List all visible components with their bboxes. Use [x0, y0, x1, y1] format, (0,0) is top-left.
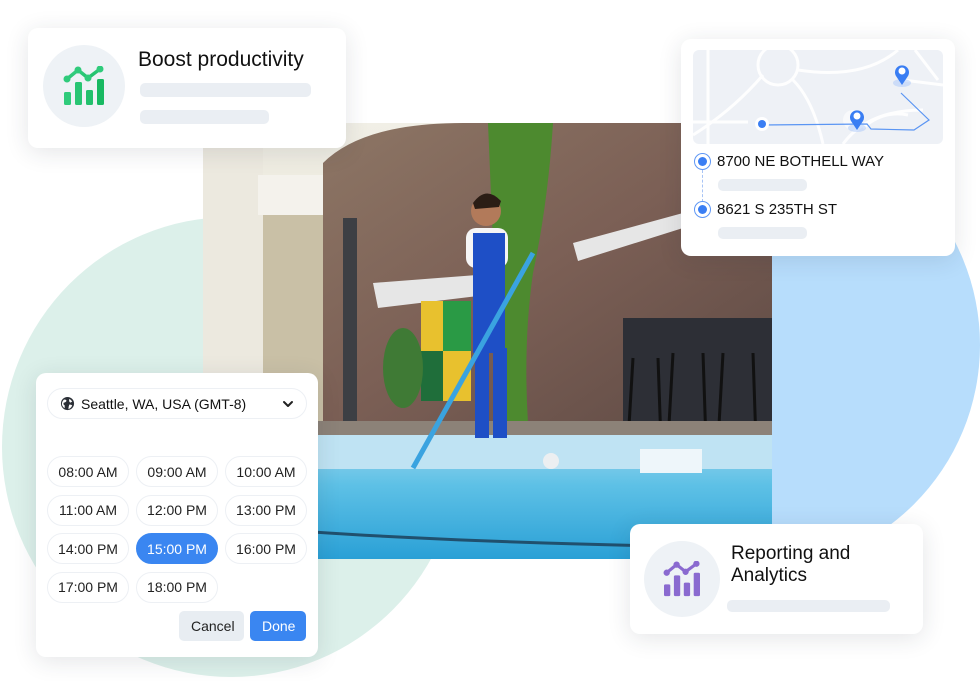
skeleton-line	[140, 83, 311, 97]
radio-selected-icon	[694, 153, 711, 170]
shower-pole	[343, 218, 357, 443]
route-stop: 8621 S 235TH ST	[694, 201, 837, 218]
chart-growth-icon	[663, 561, 700, 597]
map-illustration	[693, 50, 943, 144]
chart-growth-icon	[63, 66, 104, 105]
green-panel	[443, 301, 471, 351]
reporting-title-line1: Reporting and	[731, 543, 851, 564]
time-slot[interactable]: 17:00 PM	[47, 571, 129, 603]
time-slot-selected[interactable]: 15:00 PM	[136, 533, 218, 564]
route-stop: 8700 NE BOTHELL WAY	[694, 153, 884, 170]
time-slot[interactable]: 14:00 PM	[47, 533, 129, 564]
timezone-value: Seattle, WA, USA (GMT-8)	[81, 395, 247, 412]
cancel-button[interactable]: Cancel	[179, 611, 244, 641]
balcony	[258, 175, 328, 215]
reporting-analytics-card: Reporting and Analytics	[630, 524, 923, 634]
time-scheduler-card: Seattle, WA, USA (GMT-8) 08:00 AM 09:00 A…	[36, 373, 318, 657]
analytics-icon-badge	[644, 541, 720, 617]
done-button[interactable]: Done	[250, 611, 306, 641]
time-slot[interactable]: 16:00 PM	[225, 533, 307, 564]
map-pin-icon	[893, 65, 911, 87]
radio-selected-icon	[694, 201, 711, 218]
skeleton-line	[140, 110, 269, 124]
productivity-icon-badge	[43, 45, 125, 127]
globe-icon	[60, 396, 75, 411]
route-map[interactable]	[693, 50, 943, 144]
reporting-title: Reporting and Analytics	[731, 543, 850, 587]
stop-address: 8621 S 235TH ST	[717, 201, 838, 218]
skeleton-line	[727, 600, 890, 612]
time-slot[interactable]: 12:00 PM	[136, 494, 218, 526]
time-slot[interactable]: 11:00 AM	[47, 494, 129, 526]
time-slot[interactable]: 08:00 AM	[47, 456, 129, 487]
route-connector	[702, 170, 703, 202]
skeleton-line	[718, 179, 807, 191]
time-slot[interactable]: 13:00 PM	[225, 494, 307, 526]
time-slot[interactable]: 18:00 PM	[136, 571, 218, 603]
skeleton-line	[718, 227, 807, 239]
route-card: 8700 NE BOTHELL WAY 8621 S 235TH ST	[681, 39, 955, 256]
timezone-select[interactable]: Seattle, WA, USA (GMT-8)	[47, 388, 307, 419]
time-slot-grid: 08:00 AM 09:00 AM 10:00 AM 11:00 AM 12:00 PM…	[47, 456, 307, 603]
productivity-title: Boost productivity	[138, 48, 304, 71]
time-slot[interactable]: 10:00 AM	[225, 456, 307, 487]
start-point	[758, 120, 766, 128]
stop-address: 8700 NE BOTHELL WAY	[717, 153, 885, 170]
chevron-down-icon	[283, 400, 293, 407]
time-slot[interactable]: 09:00 AM	[136, 456, 218, 487]
yellow-panel	[421, 301, 443, 351]
outdoor-bar	[623, 318, 772, 438]
reporting-title-line2: Analytics	[731, 564, 808, 586]
dark-green-panel	[421, 351, 443, 401]
boost-productivity-card: Boost productivity	[28, 28, 346, 148]
skimmer	[640, 449, 702, 473]
shrub	[383, 328, 423, 408]
dialog-actions: Cancel Done	[179, 611, 306, 641]
pool-jet	[543, 453, 559, 469]
